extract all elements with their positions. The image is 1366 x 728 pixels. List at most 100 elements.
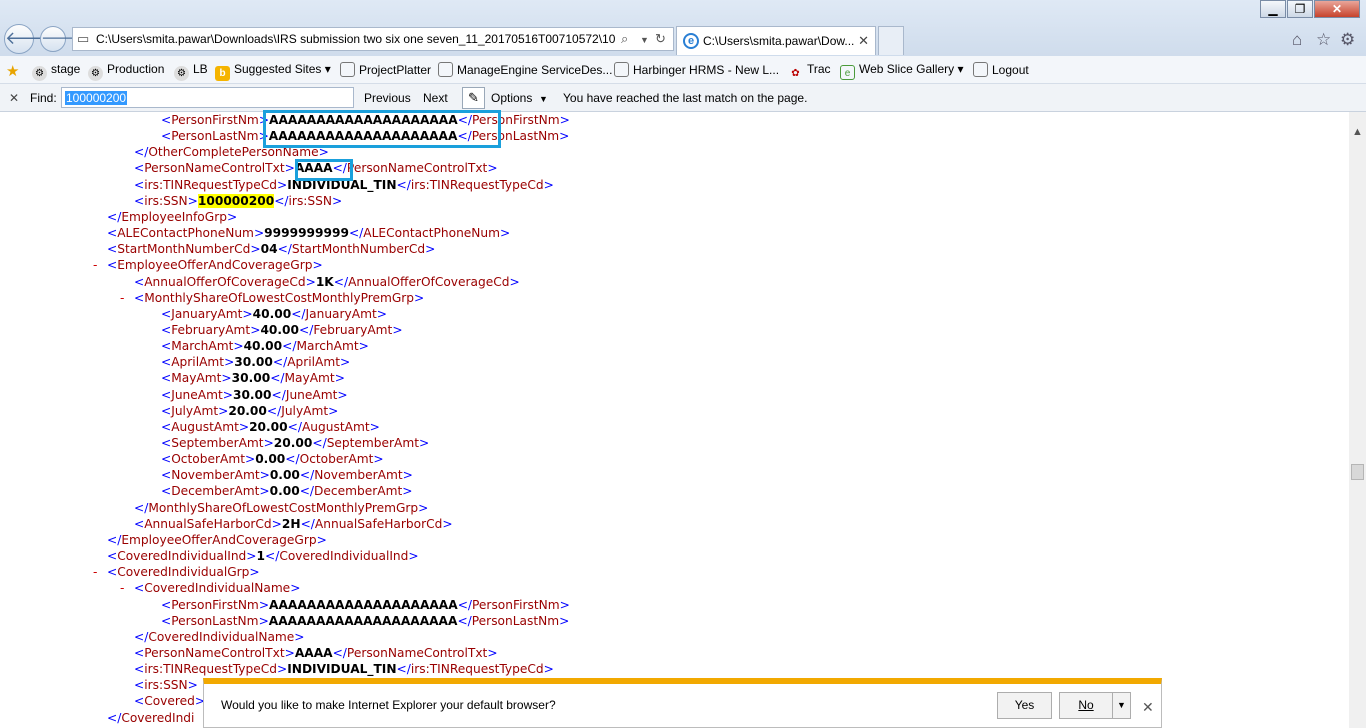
fav-harbinger-hrms[interactable]: Harbinger HRMS - New L... [614, 62, 779, 77]
new-tab-button[interactable] [878, 26, 904, 55]
yes-button[interactable]: Yes [997, 692, 1052, 719]
back-button[interactable]: 🡐 [4, 24, 53, 54]
xml-tag-name: AprilAmt [287, 355, 341, 370]
forward-button[interactable]: 🡒 [40, 26, 81, 52]
xml-line: <DecemberAmt>0.00</DecemberAmt> [161, 484, 413, 499]
no-dropdown-icon[interactable]: ▼ [1112, 692, 1131, 719]
close-window-button[interactable]: ✕ [1314, 0, 1360, 18]
xml-tag-name: CoveredIndividualName [148, 629, 295, 644]
maximize-button[interactable]: ❐ [1287, 0, 1313, 18]
xml-tag-name: MonthlyShareOfLowestCostMonthlyPremGrp [148, 500, 419, 515]
xml-line: <FebruaryAmt>40.00</FebruaryAmt> [161, 322, 403, 337]
xml-tag-name: SeptemberAmt [171, 436, 264, 450]
page-icon [973, 62, 988, 77]
no-button[interactable]: No [1059, 692, 1113, 719]
xml-value: AAAAAAAAAAAAAAAAAAAA [268, 613, 458, 628]
annotation-box-control-txt [295, 159, 353, 181]
xml-tag-name: JanuaryAmt [305, 306, 377, 321]
find-previous-button[interactable]: Previous [364, 91, 411, 105]
xml-line: <SeptemberAmt>20.00</SeptemberAmt> [161, 436, 430, 450]
xml-tag-name: PersonNameControlTxt [144, 161, 285, 176]
collapse-toggle[interactable]: - [120, 580, 124, 596]
favorites-star-icon[interactable]: ★ [6, 62, 19, 80]
xml-line: - <CoveredIndividualGrp> [93, 565, 260, 580]
xml-tag-name: OctoberAmt [171, 452, 245, 467]
xml-line: <StartMonthNumberCd>04</StartMonthNumber… [107, 242, 436, 257]
fav-suggested-sites[interactable]: b Suggested Sites ▾ [215, 62, 331, 81]
xml-line: - <MonthlyShareOfLowestCostMonthlyPremGrp… [120, 290, 425, 305]
fav-trac[interactable]: ✿ Trac [788, 62, 830, 81]
slice-icon: e [840, 65, 855, 80]
xml-tag-name: EmployeeOfferAndCoverageGrp [121, 532, 317, 547]
xml-tag-name: EmployeeOfferAndCoverageGrp [117, 258, 313, 273]
xml-tag-name: AnnualSafeHarborCd [314, 516, 443, 531]
tab-current[interactable]: e C:\Users\smita.pawar\Dow... ✕ [676, 26, 876, 55]
settings-gear-icon[interactable]: ⚙ [1340, 30, 1355, 50]
xml-tag-name: AprilAmt [171, 355, 225, 370]
xml-tag-name: PersonFirstNm [171, 597, 259, 612]
xml-line: <JanuaryAmt>40.00</JanuaryAmt> [161, 306, 387, 321]
xml-line: <MarchAmt>40.00</MarchAmt> [161, 339, 369, 354]
minimize-button[interactable]: ▁ [1260, 0, 1286, 18]
notification-close-icon[interactable]: ✕ [1142, 699, 1154, 716]
collapse-toggle[interactable]: - [93, 257, 97, 273]
close-tab-icon[interactable]: ✕ [858, 33, 869, 49]
highlight-matches-icon[interactable]: ✎ [462, 87, 485, 109]
tab-title: C:\Users\smita.pawar\Dow... [703, 34, 855, 48]
xml-value: 0.00 [269, 468, 300, 483]
fav-manageengine[interactable]: ManageEngine ServiceDes... [438, 62, 612, 77]
xml-tag-name: NovemberAmt [171, 468, 260, 483]
xml-line: <ALEContactPhoneNum>9999999999</ALEConta… [107, 226, 511, 241]
xml-tag-name: DecemberAmt [314, 484, 403, 499]
xml-tag-name: CoveredIndividualName [144, 581, 291, 596]
xml-line: <AnnualOfferOfCoverageCd>1K</AnnualOffer… [134, 274, 520, 289]
xml-tag-name: PersonLastNm [471, 613, 560, 628]
scroll-thumb[interactable] [1351, 464, 1364, 480]
xml-value: 0.00 [269, 484, 300, 499]
xml-value: 30.00 [232, 387, 272, 402]
address-text: C:\Users\smita.pawar\Downloads\IRS submi… [96, 32, 616, 46]
xml-tag-name: irs:SSN [288, 193, 332, 208]
xml-line: <JuneAmt>30.00</JuneAmt> [161, 387, 348, 402]
find-next-button[interactable]: Next [423, 91, 448, 105]
ie-icon: e [683, 33, 699, 49]
browser-toolbar: 🡐 🡒 ▭ C:\Users\smita.pawar\Downloads\IRS… [0, 0, 1366, 56]
xml-document: <PersonFirstNm>AAAAAAAAAAAAAAAAAAAA</Per… [0, 112, 1349, 728]
xml-tag-name: PersonNameControlTxt [144, 645, 285, 660]
annotation-box-names [263, 110, 501, 148]
xml-tag-name: AugustAmt [171, 419, 239, 434]
xml-tag-name: SeptemberAmt [326, 436, 420, 450]
notification-message: Would you like to make Internet Explorer… [221, 698, 556, 712]
options-dropdown-icon[interactable]: ▼ [539, 94, 548, 104]
xml-line: <AnnualSafeHarborCd>2H</AnnualSafeHarbor… [134, 516, 453, 531]
collapse-toggle[interactable]: - [93, 564, 97, 580]
collapse-toggle[interactable]: - [120, 290, 124, 306]
xml-line: </CoveredIndi [107, 710, 195, 725]
fav-lb[interactable]: ⚙ LB [174, 62, 208, 81]
find-input[interactable]: 100000200 [61, 87, 354, 108]
refresh-icon[interactable]: ↻ [655, 31, 666, 47]
fav-web-slice-gallery[interactable]: e Web Slice Gallery ▾ [840, 62, 964, 80]
address-bar[interactable]: ▭ C:\Users\smita.pawar\Downloads\IRS sub… [72, 27, 674, 51]
find-close-icon[interactable]: ✕ [9, 91, 19, 105]
fav-logout[interactable]: Logout [973, 62, 1029, 77]
xml-value: 1 [256, 549, 265, 564]
fav-stage[interactable]: ⚙ stage [32, 62, 80, 81]
xml-tag-name: AnnualOfferOfCoverageCd [144, 274, 306, 289]
find-options-button[interactable]: Options [491, 91, 532, 105]
favorites-star-icon[interactable]: ☆ [1316, 30, 1331, 50]
home-icon[interactable]: ⌂ [1292, 30, 1302, 50]
xml-line: <NovemberAmt>0.00</NovemberAmt> [161, 468, 413, 483]
search-icon[interactable]: ⌕ [621, 31, 628, 47]
xml-line: <irs:SSN> [134, 678, 198, 693]
dropdown-icon[interactable]: ▼ [640, 35, 649, 45]
xml-tag-name: NovemberAmt [314, 468, 403, 483]
fav-projectplatter[interactable]: ProjectPlatter [340, 62, 431, 77]
fav-production[interactable]: ⚙ Production [88, 62, 164, 81]
xml-tag-name: irs:TINRequestTypeCd [410, 662, 544, 677]
scroll-up-icon[interactable]: ▲ [1352, 126, 1363, 138]
xml-tag-name: PersonNameControlTxt [346, 161, 488, 176]
xml-tag-name: PersonLastNm [171, 613, 259, 628]
xml-value: 30.00 [234, 355, 273, 370]
vertical-scrollbar[interactable]: ▲ [1349, 112, 1366, 728]
